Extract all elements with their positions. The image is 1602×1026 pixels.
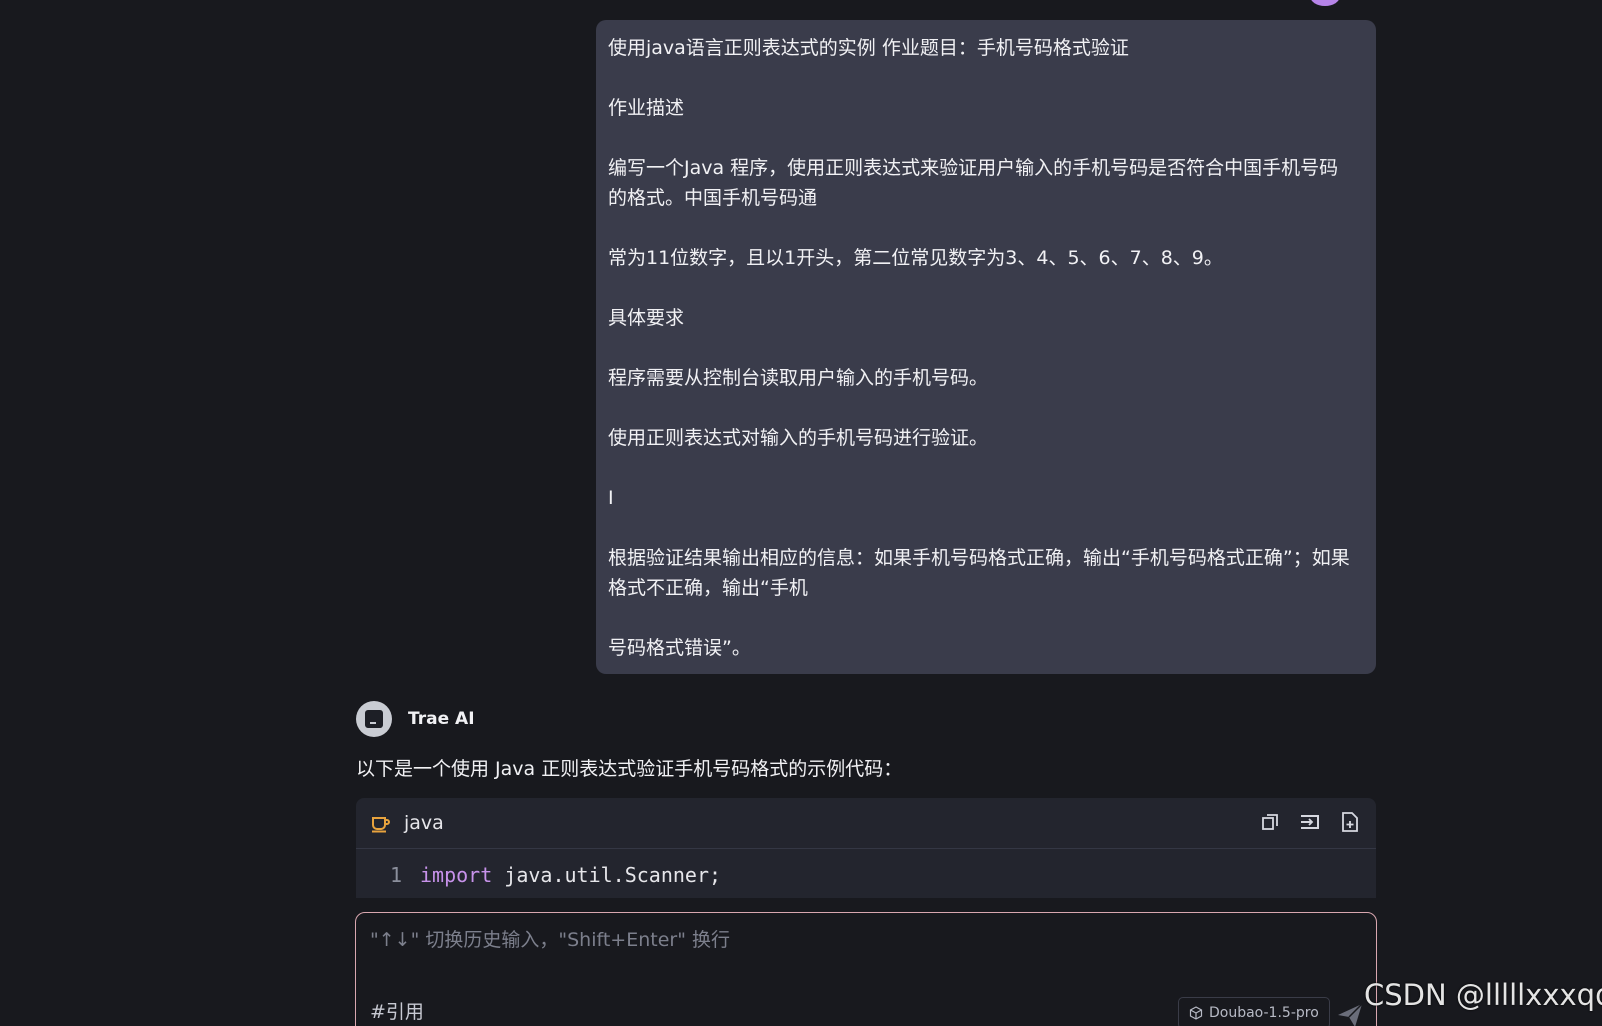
code-language-label: java — [404, 812, 444, 834]
code-block: java 1 import java.util.Scanner; — [356, 798, 1376, 898]
code-actions — [1258, 810, 1362, 834]
user-message-line: 号码格式错误”。 — [608, 637, 751, 659]
user-message-line: 程序需要从控制台读取用户输入的手机号码。 — [608, 367, 989, 389]
model-selector[interactable]: Doubao-1.5-pro — [1178, 997, 1330, 1026]
chat-input-placeholder[interactable]: "↑↓" 切换历史输入，"Shift+Enter" 换行 — [370, 925, 730, 952]
user-message-line: 编写一个Java 程序，使用正则表达式来验证用户输入的手机号码是否符合中国手机号… — [608, 157, 1339, 179]
user-message-line: 常为11位数字，且以1开头，第二位常见数字为3、4、5、6、7、8、9。 — [608, 247, 1223, 269]
cube-icon — [1189, 1006, 1203, 1020]
ai-message-header: Trae AI — [356, 701, 475, 737]
user-message-line: 具体要求 — [608, 307, 685, 329]
reference-button[interactable]: #引用 — [370, 997, 424, 1024]
user-avatar — [1310, 0, 1340, 6]
user-message-line: 根据验证结果输出相应的信息：如果手机号码格式正确，输出“手机号码格式正确”；如果 — [608, 547, 1350, 569]
coffee-cup-icon — [372, 817, 390, 833]
ai-intro-text: 以下是一个使用 Java 正则表达式验证手机号码格式的示例代码： — [356, 758, 903, 780]
new-file-icon[interactable] — [1338, 810, 1362, 834]
send-icon[interactable] — [1334, 999, 1366, 1026]
terminal-icon — [365, 710, 383, 728]
insert-icon[interactable] — [1298, 810, 1322, 834]
user-message-line: 格式不正确，输出“手机 — [608, 577, 808, 599]
ai-name: Trae AI — [408, 709, 475, 729]
code-block-header: java — [356, 798, 1376, 849]
line-number: 1 — [389, 863, 402, 887]
code-keyword: import — [420, 863, 493, 887]
code-line: 1 import java.util.Scanner; — [356, 860, 721, 890]
user-message-line: 使用java语言正则表达式的实例 作业题目：手机号码格式验证 — [608, 37, 1129, 59]
chat-page: 使用java语言正则表达式的实例 作业题目：手机号码格式验证 作业描述 编写一个… — [0, 0, 1602, 1026]
watermark: CSDN @lllllxxxqq — [1364, 978, 1602, 1012]
code-text: java.util.Scanner; — [492, 863, 722, 887]
user-message-line: 的格式。中国手机号码通 — [608, 187, 818, 209]
user-message-line: 使用正则表达式对输入的手机号码进行验证。 — [608, 427, 989, 449]
user-message-bubble: 使用java语言正则表达式的实例 作业题目：手机号码格式验证 作业描述 编写一个… — [596, 20, 1376, 674]
ai-avatar — [356, 701, 392, 737]
user-message-line: I — [608, 487, 614, 509]
copy-icon[interactable] — [1258, 810, 1282, 834]
model-name: Doubao-1.5-pro — [1209, 1005, 1319, 1021]
user-message-line: 作业描述 — [608, 97, 685, 119]
chat-input-box[interactable]: "↑↓" 切换历史输入，"Shift+Enter" 换行 #引用 Doubao-… — [355, 912, 1377, 1026]
